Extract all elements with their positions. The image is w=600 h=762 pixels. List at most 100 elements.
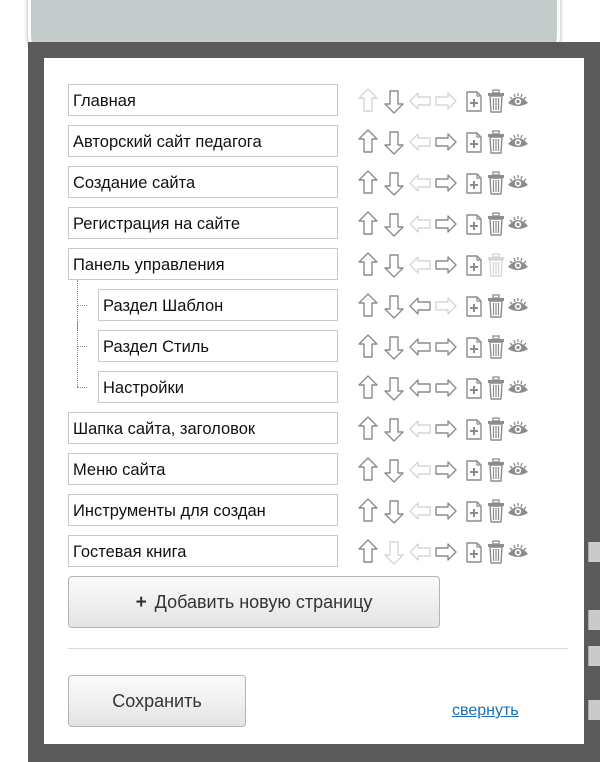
- background-ghost-icon: [588, 700, 600, 720]
- page-title-input[interactable]: Раздел Стиль: [98, 330, 338, 362]
- add-page-icon[interactable]: [463, 291, 485, 321]
- arrow-up-icon[interactable]: [357, 127, 379, 157]
- divider: [68, 648, 568, 649]
- arrow-up-icon[interactable]: [357, 455, 379, 485]
- arrow-up-icon[interactable]: [357, 373, 379, 403]
- arrow-right-icon[interactable]: [435, 373, 457, 403]
- arrow-down-icon[interactable]: [383, 373, 405, 403]
- trash-icon[interactable]: [485, 168, 507, 198]
- eye-icon[interactable]: [507, 168, 529, 198]
- add-page-icon[interactable]: [463, 414, 485, 444]
- page-title-input[interactable]: Главная: [68, 84, 338, 116]
- trash-icon[interactable]: [485, 127, 507, 157]
- trash-icon[interactable]: [485, 455, 507, 485]
- arrow-left-icon: [409, 168, 431, 198]
- eye-icon[interactable]: [507, 291, 529, 321]
- arrow-right-icon[interactable]: [435, 537, 457, 567]
- arrow-left-icon[interactable]: [409, 332, 431, 362]
- page-title-input[interactable]: Инструменты для создан: [68, 494, 338, 526]
- add-page-button[interactable]: + Добавить новую страницу: [68, 576, 440, 628]
- background-ghost-icon: [588, 542, 600, 562]
- add-page-icon[interactable]: [463, 209, 485, 239]
- arrow-right-icon[interactable]: [435, 168, 457, 198]
- page-title-input[interactable]: Создание сайта: [68, 166, 338, 198]
- page-title-input[interactable]: Панель управления: [68, 248, 338, 280]
- arrow-down-icon[interactable]: [383, 86, 405, 116]
- eye-icon[interactable]: [507, 250, 529, 280]
- arrow-right-icon[interactable]: [435, 127, 457, 157]
- arrow-up-icon[interactable]: [357, 496, 379, 526]
- add-page-icon[interactable]: [463, 455, 485, 485]
- eye-icon[interactable]: [507, 373, 529, 403]
- arrow-left-icon: [409, 496, 431, 526]
- arrow-right-icon[interactable]: [435, 332, 457, 362]
- arrow-down-icon[interactable]: [383, 209, 405, 239]
- arrow-down-icon[interactable]: [383, 332, 405, 362]
- arrow-right-icon[interactable]: [435, 496, 457, 526]
- page-title-input[interactable]: Настройки: [98, 371, 338, 403]
- page-title-input[interactable]: Раздел Шаблон: [98, 289, 338, 321]
- arrow-up-icon[interactable]: [357, 332, 379, 362]
- eye-icon[interactable]: [507, 455, 529, 485]
- arrow-left-icon: [409, 127, 431, 157]
- trash-icon[interactable]: [485, 86, 507, 116]
- arrow-down-icon[interactable]: [383, 127, 405, 157]
- arrow-right-icon[interactable]: [435, 250, 457, 280]
- arrow-down-icon: [383, 537, 405, 567]
- eye-icon[interactable]: [507, 537, 529, 567]
- eye-icon[interactable]: [507, 86, 529, 116]
- add-page-icon[interactable]: [463, 127, 485, 157]
- page-title-input[interactable]: Гостевая книга: [68, 535, 338, 567]
- trash-icon[interactable]: [485, 373, 507, 403]
- trash-icon[interactable]: [485, 209, 507, 239]
- arrow-up-icon[interactable]: [357, 209, 379, 239]
- arrow-down-icon[interactable]: [383, 414, 405, 444]
- arrow-right-icon[interactable]: [435, 209, 457, 239]
- arrow-down-icon[interactable]: [383, 168, 405, 198]
- arrow-left-icon: [409, 455, 431, 485]
- arrow-right-icon[interactable]: [435, 455, 457, 485]
- eye-icon[interactable]: [507, 127, 529, 157]
- trash-icon[interactable]: [485, 332, 507, 362]
- arrow-down-icon[interactable]: [383, 250, 405, 280]
- trash-icon[interactable]: [485, 496, 507, 526]
- eye-icon[interactable]: [507, 332, 529, 362]
- arrow-up-icon[interactable]: [357, 168, 379, 198]
- add-page-icon[interactable]: [463, 373, 485, 403]
- eye-icon[interactable]: [507, 496, 529, 526]
- page-manager-panel: Главная Авторский сайт педагога Создание с…: [44, 58, 584, 744]
- arrow-down-icon[interactable]: [383, 455, 405, 485]
- page-title-input[interactable]: Регистрация на сайте: [68, 207, 338, 239]
- trash-icon[interactable]: [485, 414, 507, 444]
- arrow-up-icon[interactable]: [357, 537, 379, 567]
- add-page-icon[interactable]: [463, 86, 485, 116]
- arrow-right-icon[interactable]: [435, 414, 457, 444]
- page-title-input[interactable]: Авторский сайт педагога: [68, 125, 338, 157]
- arrow-down-icon[interactable]: [383, 496, 405, 526]
- arrow-left-icon[interactable]: [409, 373, 431, 403]
- arrow-left-icon: [409, 537, 431, 567]
- background-ghost-icon: [588, 646, 600, 666]
- arrow-left-icon: [409, 86, 431, 116]
- trash-icon[interactable]: [485, 291, 507, 321]
- add-page-icon[interactable]: [463, 537, 485, 567]
- save-button[interactable]: Сохранить: [68, 675, 246, 727]
- arrow-left-icon[interactable]: [409, 291, 431, 321]
- page-title-input[interactable]: Меню сайта: [68, 453, 338, 485]
- page-title-input[interactable]: Шапка сайта, заголовок: [68, 412, 338, 444]
- eye-icon[interactable]: [507, 209, 529, 239]
- add-page-icon[interactable]: [463, 496, 485, 526]
- add-page-icon[interactable]: [463, 168, 485, 198]
- arrow-down-icon[interactable]: [383, 291, 405, 321]
- collapse-link[interactable]: свернуть: [452, 702, 519, 720]
- arrow-up-icon[interactable]: [357, 250, 379, 280]
- eye-icon[interactable]: [507, 414, 529, 444]
- arrow-up-icon[interactable]: [357, 414, 379, 444]
- tree-branch-line: [77, 346, 87, 347]
- add-page-icon[interactable]: [463, 250, 485, 280]
- tree-guide-line: [77, 362, 79, 387]
- trash-icon: [485, 250, 507, 280]
- add-page-icon[interactable]: [463, 332, 485, 362]
- trash-icon[interactable]: [485, 537, 507, 567]
- arrow-up-icon[interactable]: [357, 291, 379, 321]
